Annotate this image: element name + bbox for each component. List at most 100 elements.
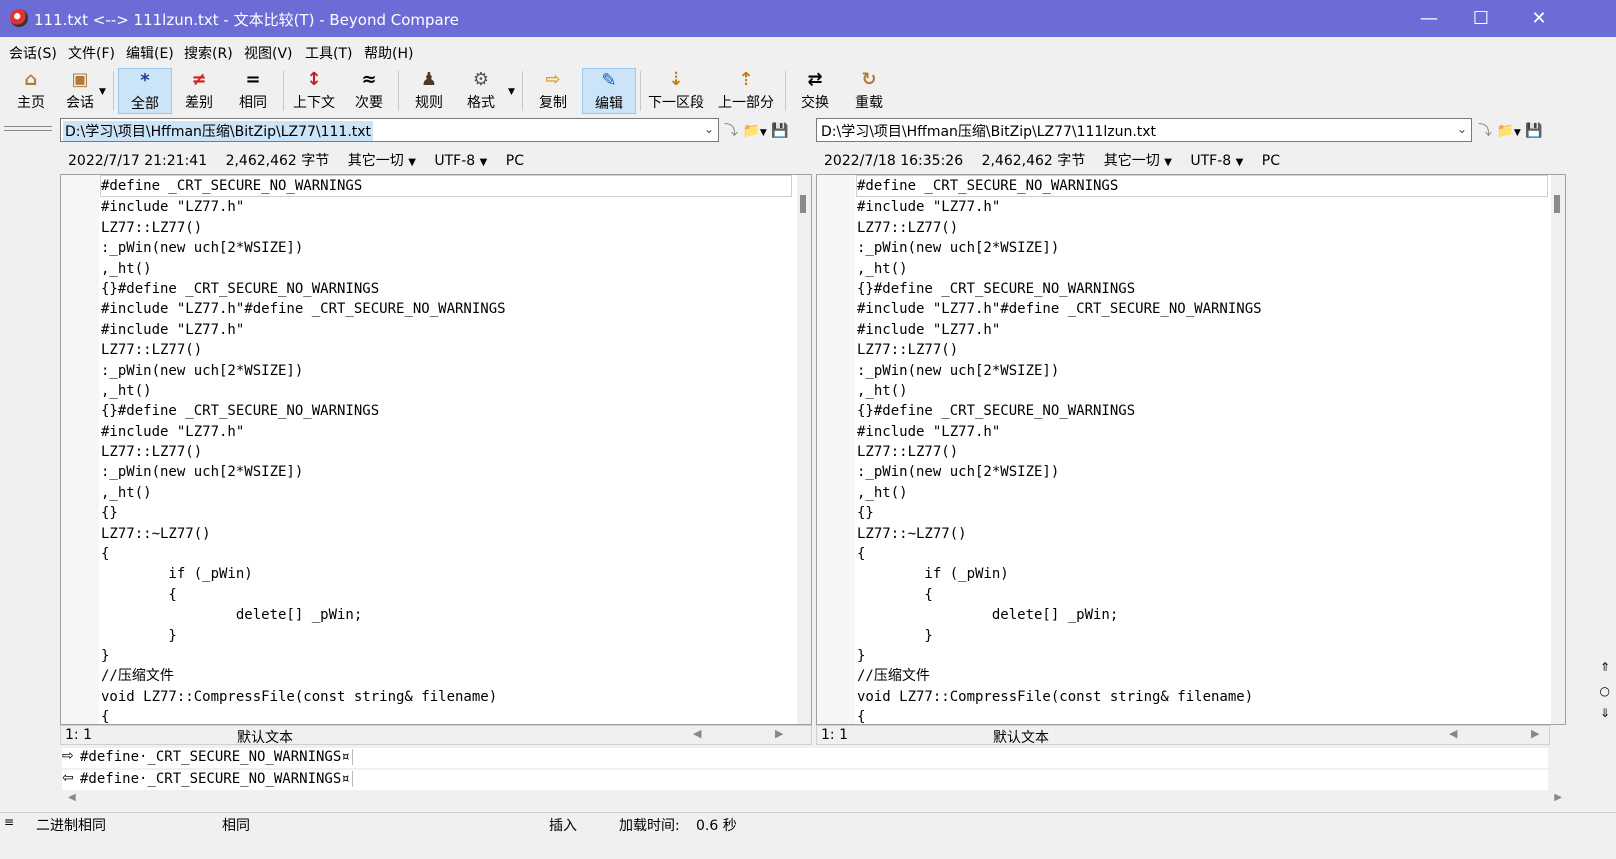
code-line[interactable]: #include "LZ77.h" <box>101 197 792 217</box>
show-same-button[interactable]: = 相同 <box>232 68 274 114</box>
show-diff-button[interactable]: ≠ 差别 <box>178 68 220 114</box>
code-line[interactable]: { <box>101 585 792 605</box>
session-button[interactable]: ▣ 会话 <box>60 68 100 114</box>
minimize-button[interactable]: — <box>1400 0 1458 37</box>
code-line[interactable]: ,_ht() <box>857 483 1548 503</box>
browse-arrow-icon[interactable]: ⤵ <box>1478 123 1492 139</box>
code-line[interactable]: :_pWin(new uch[2*WSIZE]) <box>101 361 792 381</box>
code-line[interactable]: :_pWin(new uch[2*WSIZE]) <box>857 238 1548 258</box>
left-syntax[interactable]: 默认文本 <box>237 727 293 747</box>
save-icon[interactable]: 💾 <box>1525 123 1542 139</box>
code-line[interactable]: #include "LZ77.h" <box>101 422 792 442</box>
code-line[interactable]: {} <box>857 503 1548 523</box>
browse-arrow-icon[interactable]: ⤵ <box>724 123 738 139</box>
next-section-button[interactable]: ⇣ 下一区段 <box>646 68 706 114</box>
code-line[interactable]: //压缩文件 <box>101 666 792 686</box>
code-line[interactable]: #include "LZ77.h" <box>857 197 1548 217</box>
code-line[interactable]: :_pWin(new uch[2*WSIZE]) <box>101 462 792 482</box>
right-code[interactable]: #define _CRT_SECURE_NO_WARNINGS #include … <box>856 175 1548 724</box>
code-line[interactable]: #include "LZ77.h" <box>857 320 1548 340</box>
code-line[interactable]: ,_ht() <box>101 483 792 503</box>
code-line[interactable]: LZ77::LZ77() <box>101 442 792 462</box>
code-line[interactable]: delete[] _pWin; <box>857 605 1548 625</box>
left-code[interactable]: #define _CRT_SECURE_NO_WARNINGS #include … <box>100 175 792 724</box>
menu-view[interactable]: 视图(V) <box>244 43 293 63</box>
left-vertical-scrollbar[interactable] <box>797 175 811 724</box>
swap-button[interactable]: ⇄ 交换 <box>796 68 834 114</box>
session-dropdown-icon[interactable]: ▼ <box>99 87 106 97</box>
menu-session[interactable]: 会话(S) <box>9 43 57 63</box>
code-line[interactable]: :_pWin(new uch[2*WSIZE]) <box>101 238 792 258</box>
code-line[interactable]: LZ77::LZ77() <box>101 340 792 360</box>
code-line[interactable]: {}#define _CRT_SECURE_NO_WARNINGS <box>857 401 1548 421</box>
code-line[interactable]: if (_pWin) <box>101 564 792 584</box>
prev-section-button[interactable]: ⇡ 上一部分 <box>716 68 776 114</box>
code-line[interactable]: {} <box>101 503 792 523</box>
code-line[interactable]: LZ77::~LZ77() <box>857 524 1548 544</box>
right-encoding[interactable]: UTF-8 ▼ <box>1190 153 1243 169</box>
code-line[interactable]: LZ77::LZ77() <box>101 218 792 238</box>
code-line[interactable]: } <box>857 626 1548 646</box>
menu-help[interactable]: 帮助(H) <box>364 43 413 63</box>
code-line[interactable]: void LZ77::CompressFile(const string& fi… <box>101 687 792 707</box>
folder-icon[interactable]: 📁 <box>742 123 759 139</box>
context-button[interactable]: ↕ 上下文 <box>290 68 338 114</box>
code-line[interactable]: :_pWin(new uch[2*WSIZE]) <box>857 361 1548 381</box>
left-filter[interactable]: 其它一切 ▼ <box>348 153 416 169</box>
code-line[interactable]: } <box>857 646 1548 666</box>
code-line[interactable]: {}#define _CRT_SECURE_NO_WARNINGS <box>101 401 792 421</box>
folder-dropdown-icon[interactable]: ▼ <box>760 128 767 138</box>
code-line[interactable]: { <box>857 585 1548 605</box>
code-line[interactable]: {}#define _CRT_SECURE_NO_WARNINGS <box>101 279 792 299</box>
code-line[interactable]: ,_ht() <box>857 381 1548 401</box>
code-line[interactable]: void LZ77::CompressFile(const string& fi… <box>857 687 1548 707</box>
code-line[interactable]: LZ77::LZ77() <box>857 340 1548 360</box>
code-line[interactable]: { <box>857 707 1548 724</box>
scroll-right-icon[interactable]: ▶ <box>775 727 783 740</box>
right-syntax[interactable]: 默认文本 <box>993 727 1049 747</box>
code-line[interactable]: delete[] _pWin; <box>101 605 792 625</box>
pane-splitter-handle[interactable] <box>4 126 52 131</box>
code-line[interactable]: LZ77::~LZ77() <box>101 524 792 544</box>
save-icon[interactable]: 💾 <box>771 123 788 139</box>
show-all-button[interactable]: * 全部 <box>118 68 172 114</box>
code-line[interactable]: { <box>857 544 1548 564</box>
prev-diff-icon[interactable]: ⇑ <box>1600 660 1610 674</box>
minor-button[interactable]: ≈ 次要 <box>350 68 388 114</box>
scroll-thumb[interactable] <box>800 195 806 213</box>
reload-button[interactable]: ↻ 重载 <box>850 68 888 114</box>
code-line[interactable]: #include "LZ77.h"#define _CRT_SECURE_NO_… <box>101 299 792 319</box>
format-dropdown-icon[interactable]: ▼ <box>508 87 515 97</box>
code-line[interactable]: ,_ht() <box>857 259 1548 279</box>
code-line[interactable]: {}#define _CRT_SECURE_NO_WARNINGS <box>857 279 1548 299</box>
current-diff-icon[interactable]: ○ <box>1600 684 1610 698</box>
code-line[interactable]: #define _CRT_SECURE_NO_WARNINGS <box>100 175 792 198</box>
code-line[interactable]: #include "LZ77.h" <box>101 320 792 340</box>
code-line[interactable]: LZ77::LZ77() <box>857 218 1548 238</box>
code-line[interactable]: } <box>101 626 792 646</box>
home-button[interactable]: ⌂ 主页 <box>12 68 50 114</box>
scroll-right-icon[interactable]: ▶ <box>1554 792 1562 803</box>
bottom-horizontal-scrollbar[interactable]: ◀ ▶ <box>62 790 1562 808</box>
edit-button[interactable]: ✎ 编辑 <box>582 68 636 114</box>
format-button[interactable]: ⚙ 格式 <box>462 68 500 114</box>
scroll-left-icon[interactable]: ◀ <box>693 727 701 740</box>
compare-line-bottom[interactable]: ⇦ #define·_CRT_SECURE_NO_WARNINGS¤ <box>62 770 1548 790</box>
menu-tools[interactable]: 工具(T) <box>305 43 352 63</box>
code-line[interactable]: #include "LZ77.h"#define _CRT_SECURE_NO_… <box>857 299 1548 319</box>
code-line[interactable]: :_pWin(new uch[2*WSIZE]) <box>857 462 1548 482</box>
right-filter[interactable]: 其它一切 ▼ <box>1104 153 1172 169</box>
rules-button[interactable]: ♟ 规则 <box>410 68 448 114</box>
scroll-right-icon[interactable]: ▶ <box>1531 727 1539 740</box>
folder-icon[interactable]: 📁 <box>1496 123 1513 139</box>
code-line[interactable]: LZ77::LZ77() <box>857 442 1548 462</box>
menu-file[interactable]: 文件(F) <box>68 43 115 63</box>
chevron-down-icon[interactable]: ⌄ <box>1457 122 1467 136</box>
code-line[interactable]: } <box>101 646 792 666</box>
right-text-pane[interactable]: #define _CRT_SECURE_NO_WARNINGS #include … <box>816 174 1566 725</box>
code-line[interactable]: ,_ht() <box>101 381 792 401</box>
close-button[interactable]: ✕ <box>1510 0 1568 37</box>
code-line[interactable]: #define _CRT_SECURE_NO_WARNINGS <box>856 175 1548 198</box>
code-line[interactable]: //压缩文件 <box>857 666 1548 686</box>
compare-line-top[interactable]: ⇨ #define·_CRT_SECURE_NO_WARNINGS¤ <box>62 748 1548 768</box>
